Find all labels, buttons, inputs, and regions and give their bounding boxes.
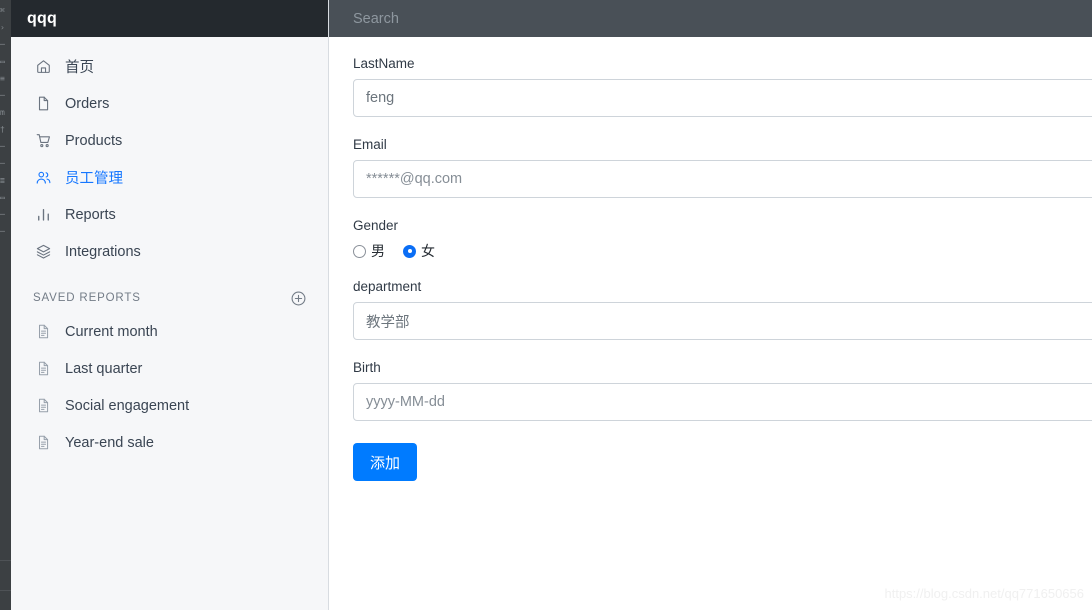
gender-radio-group: 男女 (353, 241, 1092, 261)
radio-indicator (403, 244, 416, 258)
sidebar-item-2[interactable]: Orders (11, 85, 328, 122)
home-icon (33, 57, 53, 77)
lastname-field: LastName (353, 56, 1092, 117)
primary-nav: 首页 Orders Products 员工管理 Reports Integrations (11, 37, 328, 270)
saved-reports-header: SAVED REPORTS (11, 283, 328, 313)
edge-strip-fragment: ≣ (0, 176, 5, 185)
gender-field: Gender 男女 (353, 218, 1092, 261)
edge-strip-divider (0, 560, 11, 561)
edge-strip-fragment: › (0, 23, 5, 32)
edge-strip-fragment: ⌘ (0, 6, 5, 15)
saved-report-label: Social engagement (65, 397, 190, 414)
edge-strip-fragment: m (0, 108, 5, 117)
submit-button[interactable]: 添加 (353, 443, 418, 481)
bar-chart-icon (33, 205, 53, 225)
birth-label: Birth (353, 360, 381, 375)
sidebar-item-label: Reports (65, 206, 116, 223)
cart-icon (33, 131, 53, 151)
sidebar-item-1[interactable]: 首页 (11, 48, 328, 85)
lastname-label: LastName (353, 56, 415, 71)
file-icon (33, 94, 53, 114)
gender-radio-label: 女 (421, 243, 435, 259)
email-label: Email (353, 137, 387, 152)
gender-label: Gender (353, 218, 399, 233)
document-icon (33, 396, 53, 416)
edge-strip-fragment: ─ (0, 227, 5, 236)
edge-strip-fragment: ─ (0, 91, 5, 100)
people-icon (33, 168, 53, 188)
topbar: Search (329, 0, 1092, 37)
gender-radio-1[interactable]: 男 (353, 241, 385, 261)
brand-title: qqq (27, 9, 57, 27)
saved-reports-title: SAVED REPORTS (33, 292, 141, 304)
saved-report-label: Year-end sale (65, 434, 154, 451)
edge-strip-fragment: ≡ (0, 74, 5, 83)
saved-report-label: Last quarter (65, 360, 143, 377)
sidebar-header: qqq (11, 0, 328, 37)
email-input[interactable] (353, 160, 1092, 198)
sidebar-item-label: Products (65, 132, 123, 149)
saved-report-item[interactable]: Social engagement (11, 387, 328, 424)
app-root: ⌘ › ─ ▭ ≡ ─ m † ─ ─ ≣ ▭ ─ ─ qqq 首页 Orders Products 员工管理 R… (0, 0, 1092, 610)
employee-form: LastName Email Gender 男女 department Birt… (329, 37, 1092, 481)
birth-field: Birth (353, 360, 1092, 421)
edge-strip-divider (0, 590, 11, 591)
radio-indicator (353, 244, 366, 258)
layers-icon (33, 242, 53, 262)
sidebar-item-4[interactable]: 员工管理 (11, 159, 328, 196)
saved-report-label: Current month (65, 323, 158, 340)
birth-input[interactable] (353, 383, 1092, 421)
search-input[interactable]: Search (353, 11, 399, 27)
saved-reports-list: Current month Last quarter Social engageme… (11, 313, 328, 461)
background-window-edge-strip: ⌘ › ─ ▭ ≡ ─ m † ─ ─ ≣ ▭ ─ ─ (0, 0, 11, 610)
email-field: Email (353, 137, 1092, 198)
document-icon (33, 322, 53, 342)
sidebar-item-label: 员工管理 (65, 171, 123, 187)
edge-strip-fragment: ─ (0, 40, 5, 49)
edge-strip-fragment: ▭ (0, 193, 5, 202)
circle-plus-icon[interactable] (291, 291, 306, 306)
main-content: LastName Email Gender 男女 department Birt… (329, 37, 1092, 610)
saved-report-item[interactable]: Current month (11, 313, 328, 350)
sidebar: qqq 首页 Orders Products 员工管理 Reports Integrati… (11, 0, 329, 610)
edge-strip-fragment: † (0, 125, 5, 134)
sidebar-item-label: Integrations (65, 243, 141, 260)
gender-radio-2[interactable]: 女 (403, 241, 435, 261)
sidebar-item-label: 首页 (65, 60, 94, 76)
edge-strip-fragment: ▭ (0, 57, 5, 66)
saved-report-item[interactable]: Last quarter (11, 350, 328, 387)
department-label: department (353, 279, 422, 294)
sidebar-item-5[interactable]: Reports (11, 196, 328, 233)
lastname-input[interactable] (353, 79, 1092, 117)
department-field: department (353, 279, 1092, 340)
sidebar-item-3[interactable]: Products (11, 122, 328, 159)
document-icon (33, 433, 53, 453)
edge-strip-fragment: ─ (0, 159, 5, 168)
edge-strip-fragment: ─ (0, 210, 5, 219)
gender-radio-label: 男 (371, 243, 385, 259)
sidebar-item-6[interactable]: Integrations (11, 233, 328, 270)
sidebar-item-label: Orders (65, 95, 110, 112)
edge-strip-fragment: ─ (0, 142, 5, 151)
document-icon (33, 359, 53, 379)
saved-report-item[interactable]: Year-end sale (11, 424, 328, 461)
department-input[interactable] (353, 302, 1092, 340)
